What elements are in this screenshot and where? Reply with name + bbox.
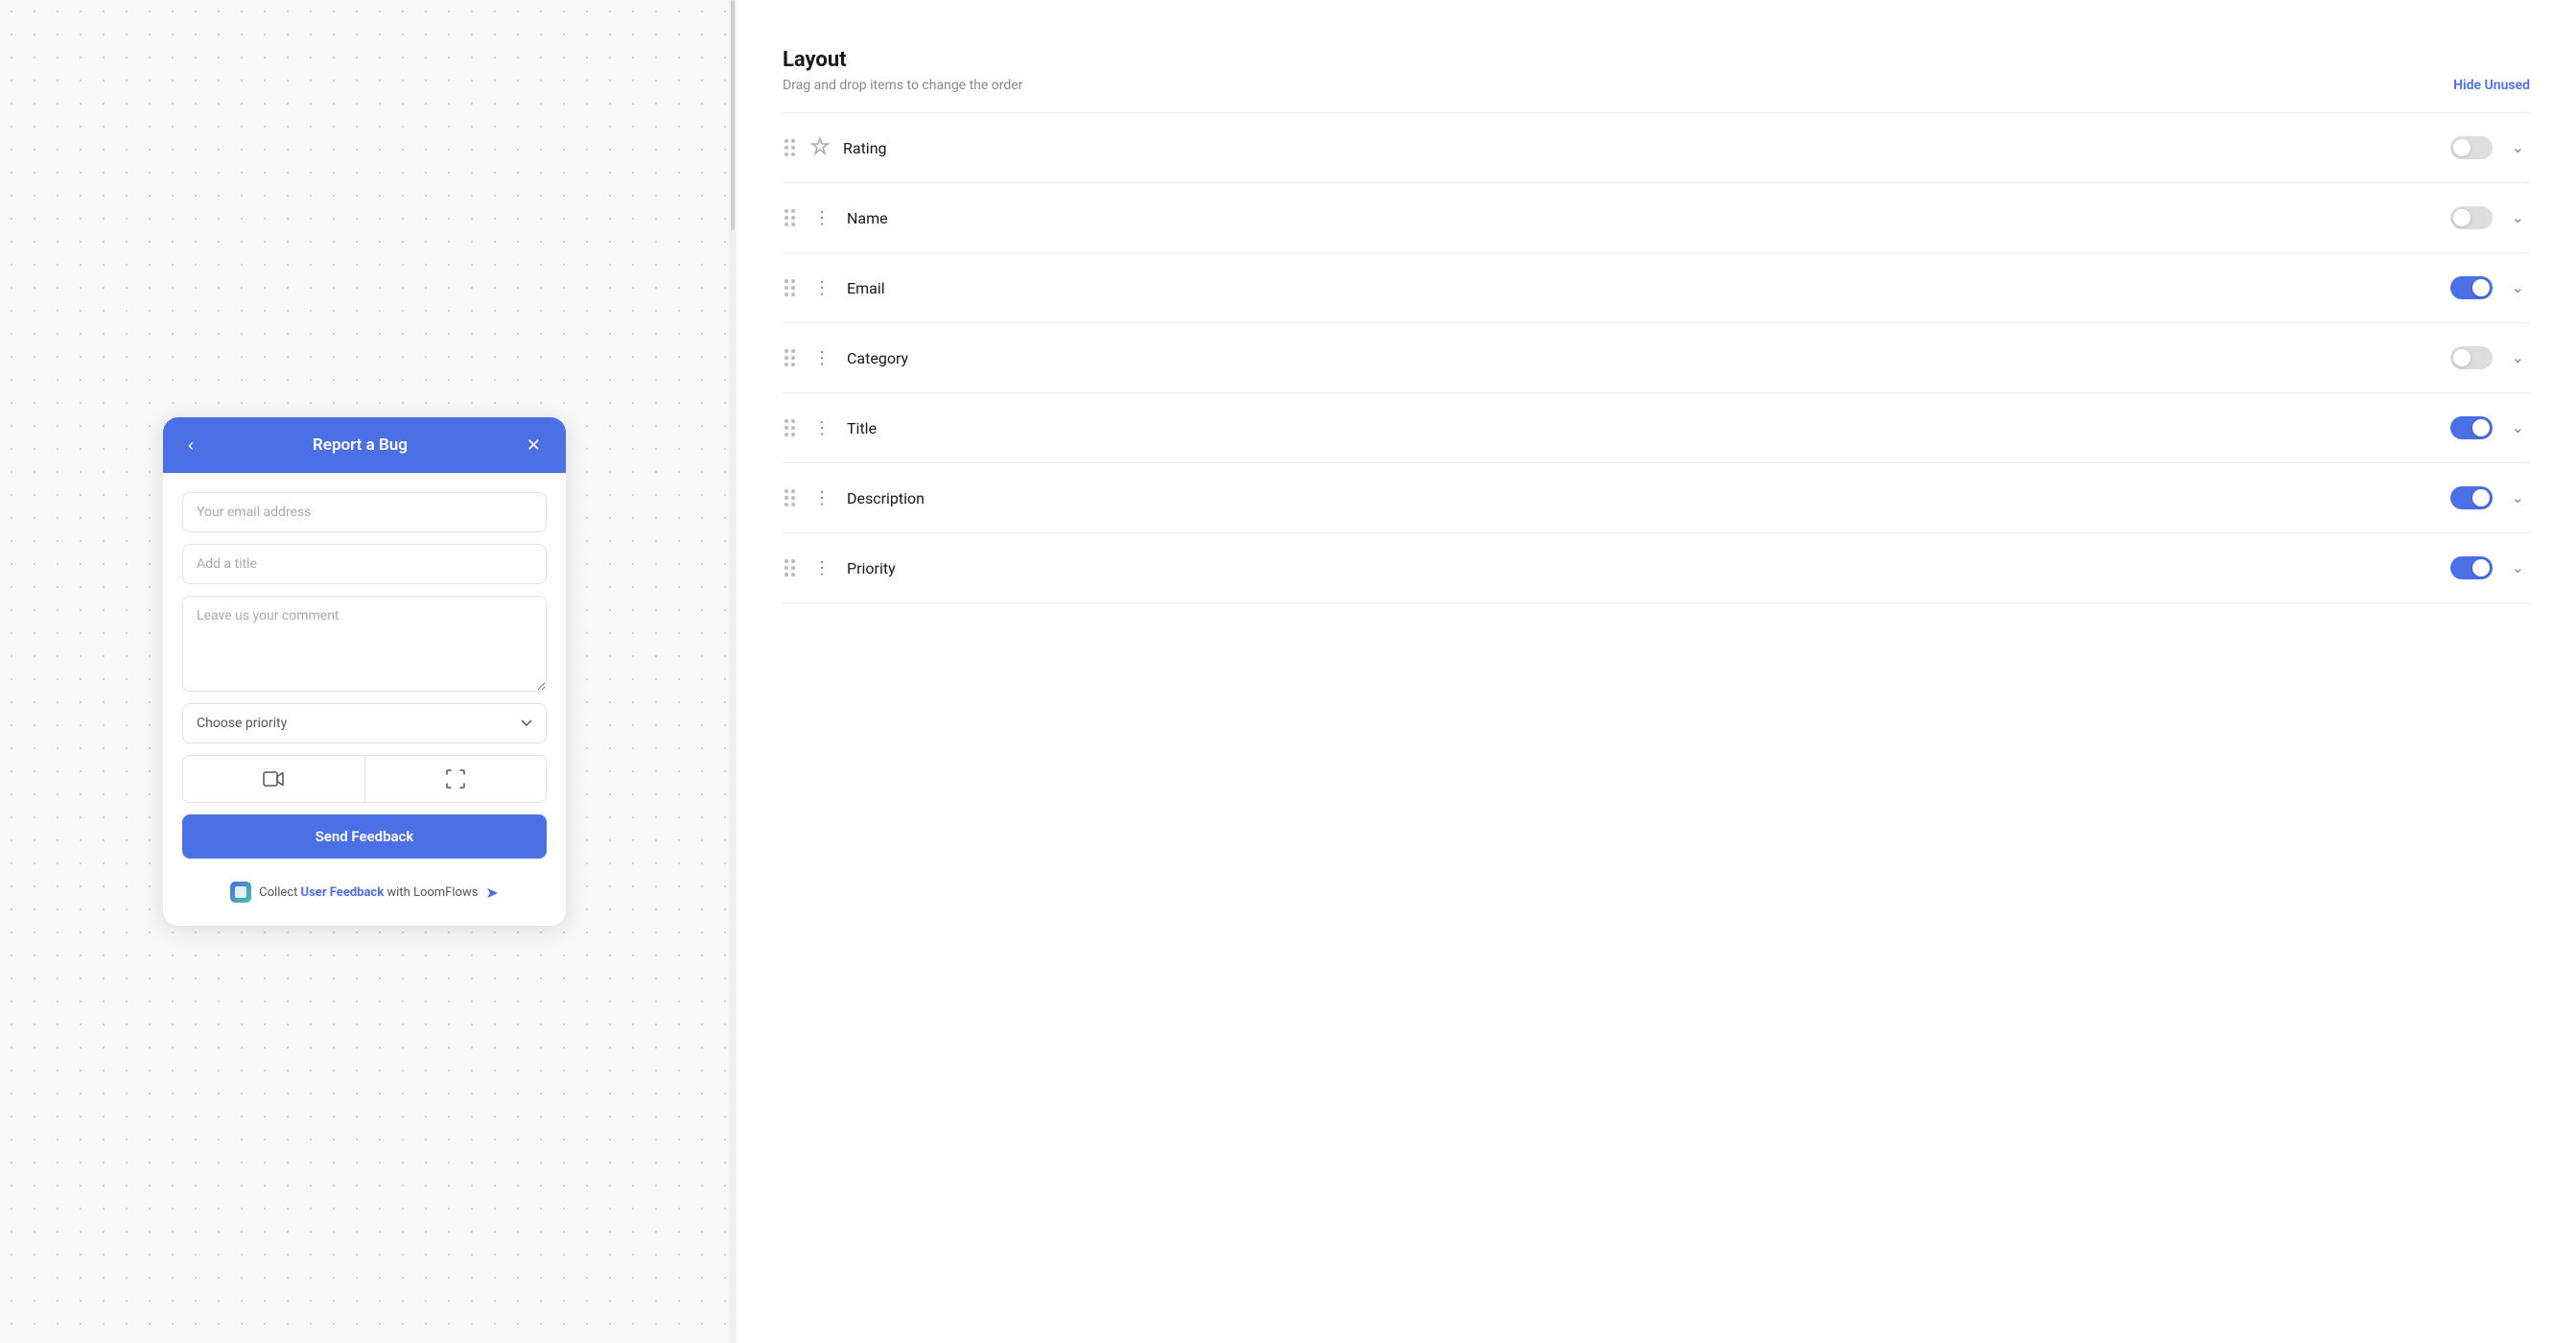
screenshot-button[interactable] [365, 756, 547, 802]
drag-handle-email[interactable] [783, 277, 797, 298]
toggle-priority[interactable] [2450, 556, 2493, 579]
toggle-container-description [2450, 486, 2493, 509]
screenshot-icon [446, 769, 465, 789]
priority-select[interactable]: Choose priority Low Medium High Critical [182, 703, 547, 743]
item-label-email: Email [847, 279, 2437, 297]
grid-icon-priority: ⋮ [810, 558, 833, 578]
toggle-container-category [2450, 346, 2493, 369]
drag-handle-category[interactable] [783, 347, 797, 368]
grid-icon-title: ⋮ [810, 418, 833, 438]
right-panel: Layout Drag and drop items to change the… [737, 0, 2576, 1343]
layout-item-name: ⋮ Name ⌄ [783, 183, 2530, 253]
item-label-rating: Rating [843, 139, 2437, 157]
cursor-icon: ➤ [485, 884, 498, 902]
toggle-thumb-title [2472, 419, 2490, 436]
toggle-thumb-email [2472, 279, 2490, 296]
video-record-button[interactable] [183, 756, 365, 802]
item-label-category: Category [847, 349, 2437, 367]
toggle-thumb-name [2453, 209, 2471, 226]
chevron-priority[interactable]: ⌄ [2506, 554, 2530, 581]
chevron-rating[interactable]: ⌄ [2506, 134, 2530, 161]
chevron-name[interactable]: ⌄ [2506, 204, 2530, 231]
toggle-thumb-rating [2453, 139, 2471, 156]
close-button[interactable]: ✕ [521, 435, 547, 456]
comment-textarea[interactable] [182, 596, 547, 692]
drag-handle-title[interactable] [783, 417, 797, 438]
drag-handle-name[interactable] [783, 207, 797, 228]
layout-title: Layout [783, 48, 2530, 72]
left-panel: ‹ Report a Bug ✕ Choose priority Low Med… [0, 0, 729, 1343]
drag-handle-rating[interactable] [783, 137, 797, 158]
item-label-priority: Priority [847, 559, 2437, 577]
hide-unused-button[interactable]: Hide Unused [2453, 78, 2530, 93]
widget-footer: Collect User Feedback with LoomFlows ➤ [163, 874, 566, 903]
loomflows-logo [230, 882, 251, 903]
logo-inner [235, 886, 246, 898]
title-input[interactable] [182, 544, 547, 584]
widget-card: ‹ Report a Bug ✕ Choose priority Low Med… [163, 417, 566, 926]
layout-item-category: ⋮ Category ⌄ [783, 323, 2530, 393]
widget-header: ‹ Report a Bug ✕ [163, 417, 566, 473]
toggle-description[interactable] [2450, 486, 2493, 509]
layout-item-email: ⋮ Email ⌄ [783, 253, 2530, 323]
toggle-title[interactable] [2450, 416, 2493, 439]
item-label-name: Name [847, 209, 2437, 227]
footer-brand: User Feedback [301, 885, 385, 900]
drag-handle-description[interactable] [783, 487, 797, 508]
layout-header: Layout Drag and drop items to change the… [783, 48, 2530, 93]
video-icon [263, 771, 284, 787]
toggle-container-rating [2450, 136, 2493, 159]
toggle-container-title [2450, 416, 2493, 439]
toggle-thumb-priority [2472, 559, 2490, 577]
layout-subtitle: Drag and drop items to change the order [783, 78, 1022, 93]
toggle-name[interactable] [2450, 206, 2493, 229]
layout-items: Rating ⌄ ⋮ Name ⌄ [783, 113, 2530, 603]
media-buttons-group [182, 755, 547, 803]
toggle-container-name [2450, 206, 2493, 229]
grid-icon-category: ⋮ [810, 348, 833, 368]
toggle-container-priority [2450, 556, 2493, 579]
toggle-email[interactable] [2450, 276, 2493, 299]
chevron-description[interactable]: ⌄ [2506, 484, 2530, 511]
send-feedback-button[interactable]: Send Feedback [182, 814, 547, 859]
grid-icon-email: ⋮ [810, 278, 833, 298]
layout-item-rating: Rating ⌄ [783, 113, 2530, 183]
chevron-category[interactable]: ⌄ [2506, 344, 2530, 371]
layout-subtitle-row: Drag and drop items to change the order … [783, 78, 2530, 93]
chevron-title[interactable]: ⌄ [2506, 414, 2530, 441]
toggle-rating[interactable] [2450, 136, 2493, 159]
layout-item-priority: ⋮ Priority ⌄ [783, 533, 2530, 603]
chevron-email[interactable]: ⌄ [2506, 274, 2530, 301]
toggle-thumb-description [2472, 489, 2490, 507]
layout-item-title: ⋮ Title ⌄ [783, 393, 2530, 463]
widget-title: Report a Bug [199, 436, 521, 455]
toggle-container-email [2450, 276, 2493, 299]
toggle-category[interactable] [2450, 346, 2493, 369]
item-label-title: Title [847, 419, 2437, 437]
toggle-thumb-category [2453, 349, 2471, 366]
layout-item-description: ⋮ Description ⌄ [783, 463, 2530, 533]
footer-text: Collect User Feedback with LoomFlows [259, 885, 478, 900]
scrollbar[interactable] [729, 0, 737, 1343]
scrollbar-thumb[interactable] [731, 0, 735, 230]
drag-handle-priority[interactable] [783, 557, 797, 578]
grid-icon-description: ⋮ [810, 488, 833, 508]
grid-icon-name: ⋮ [810, 208, 833, 228]
pin-icon [810, 136, 830, 160]
email-input[interactable] [182, 492, 547, 532]
widget-form: Choose priority Low Medium High Critical [163, 473, 566, 874]
item-label-description: Description [847, 489, 2437, 507]
back-button[interactable]: ‹ [182, 435, 199, 456]
